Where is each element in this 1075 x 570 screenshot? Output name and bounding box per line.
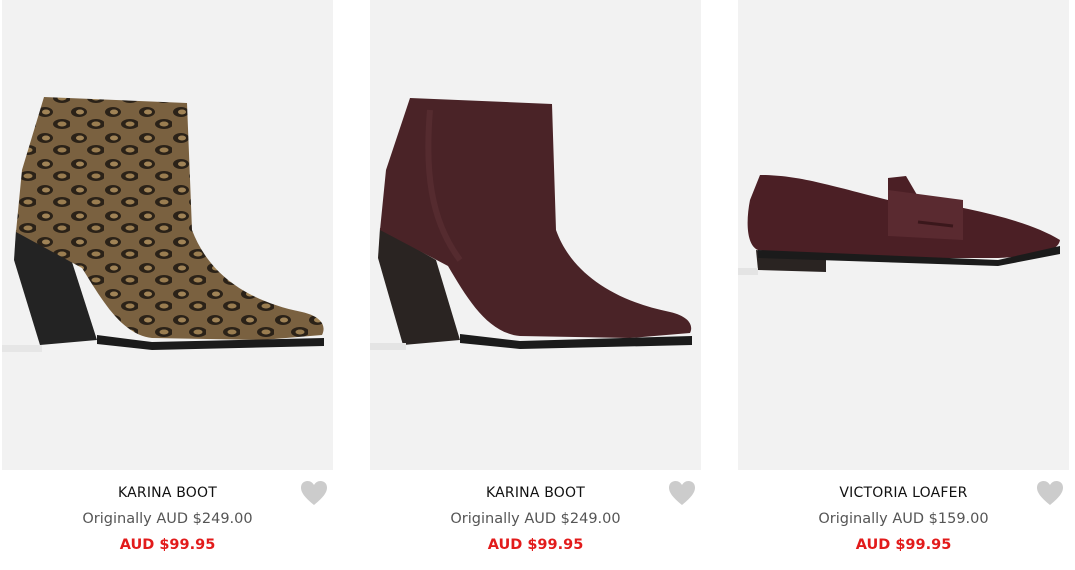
- product-card[interactable]: KARINA BOOT Originally AUD $249.00 AUD $…: [370, 0, 701, 570]
- heart-icon[interactable]: [300, 480, 328, 506]
- product-image[interactable]: [738, 0, 1069, 470]
- product-grid: KARINA BOOT Originally AUD $249.00 AUD $…: [0, 0, 1075, 570]
- original-price: Originally AUD $249.00: [450, 511, 621, 527]
- product-image[interactable]: [2, 0, 333, 470]
- heart-icon[interactable]: [1036, 480, 1064, 506]
- burgundy-leather-loafer-image: [738, 175, 1060, 275]
- product-card[interactable]: VICTORIA LOAFER Originally AUD $159.00 A…: [738, 0, 1069, 570]
- original-price: Originally AUD $159.00: [818, 511, 989, 527]
- product-card[interactable]: KARINA BOOT Originally AUD $249.00 AUD $…: [2, 0, 333, 570]
- original-price: Originally AUD $249.00: [82, 511, 253, 527]
- snake-print-ankle-boot-image: [2, 97, 324, 352]
- heart-icon[interactable]: [668, 480, 696, 506]
- product-image[interactable]: [370, 0, 701, 470]
- product-name[interactable]: KARINA BOOT: [2, 485, 333, 501]
- sale-price: AUD $99.95: [119, 537, 216, 553]
- sale-price: AUD $99.95: [855, 537, 952, 553]
- burgundy-leather-ankle-boot-image: [370, 98, 692, 350]
- product-name[interactable]: KARINA BOOT: [370, 485, 701, 501]
- product-name[interactable]: VICTORIA LOAFER: [738, 485, 1069, 501]
- sale-price: AUD $99.95: [487, 537, 584, 553]
